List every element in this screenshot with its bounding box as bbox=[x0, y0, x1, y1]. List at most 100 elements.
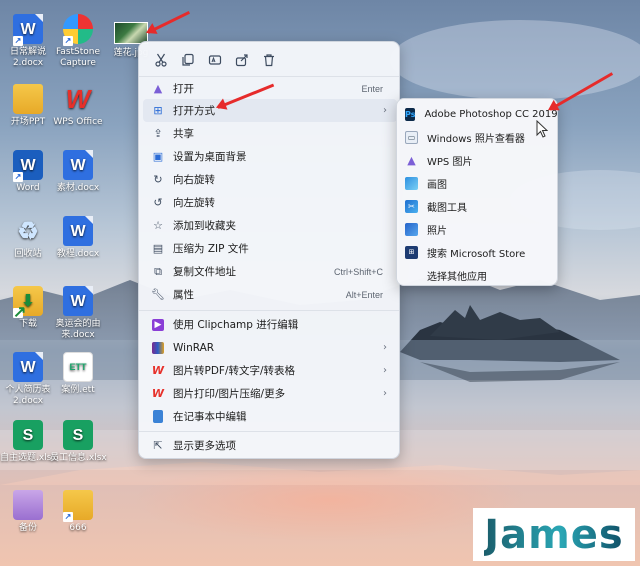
menu-item-rotate-right[interactable]: ↻ 向右旋转 bbox=[143, 168, 397, 191]
menu-item-copy-path[interactable]: ⧉ 复制文件地址 Ctrl+Shift+C bbox=[143, 260, 397, 283]
submenu-item-photos[interactable]: 照片 bbox=[401, 218, 555, 240]
menu-item-label: 复制文件地址 bbox=[173, 266, 236, 278]
shortcut-arrow-icon: ↗ bbox=[63, 512, 73, 522]
submenu-item-photoshop[interactable]: Ps Adobe Photoshop CC 2019 bbox=[401, 103, 558, 125]
rename-icon bbox=[208, 55, 221, 65]
copy-button[interactable] bbox=[174, 48, 201, 72]
desktop-icon-label: WPS Office bbox=[53, 117, 103, 127]
submenu-item-store[interactable]: ⊞ 搜索 Microsoft Store bbox=[401, 241, 555, 263]
store-icon: ⊞ bbox=[405, 245, 418, 259]
shortcut-arrow-icon: ↗ bbox=[13, 304, 27, 321]
menu-item-label: 压缩为 ZIP 文件 bbox=[173, 243, 249, 255]
delete-button[interactable] bbox=[255, 48, 282, 72]
desktop-icon-recycle-bin[interactable]: ♻ 回收站 bbox=[0, 216, 56, 260]
desktop-icon-wps-office[interactable]: W WPS Office bbox=[50, 84, 106, 128]
desktop-icon-case-ett[interactable]: ETT 案例.ett bbox=[50, 352, 106, 396]
menu-item-rotate-left[interactable]: ↺ 向左旋转 bbox=[143, 191, 397, 214]
menu-item-label: 图片转PDF/转文字/转表格 bbox=[173, 365, 296, 377]
desktop-icon-topic-xlsx[interactable]: S 自主选题.xlsx bbox=[0, 420, 57, 464]
share-icon: ⇪ bbox=[153, 127, 163, 140]
rotate-right-icon: ↻ bbox=[153, 173, 163, 186]
menu-item-open[interactable]: ▲ 打开 Enter bbox=[143, 77, 397, 100]
desktop-icon-staff-xlsx[interactable]: S 员工信息.xlsx bbox=[50, 420, 107, 464]
menu-item-label: 显示更多选项 bbox=[173, 440, 236, 452]
menu-item-label: 共享 bbox=[173, 128, 194, 140]
menu-item-img-print[interactable]: W 图片打印/图片压缩/更多 › bbox=[143, 382, 397, 405]
desktop-icon-downloads[interactable]: ⬇ ↗ 下载 bbox=[0, 286, 56, 330]
menu-item-add-favorites[interactable]: ☆ 添加到收藏夹 bbox=[143, 214, 397, 237]
menu-separator bbox=[139, 310, 399, 311]
wrench-icon: 🔧︎ bbox=[151, 288, 165, 301]
desktop-icon-label: 素材.docx bbox=[56, 183, 100, 193]
star-icon: ☆ bbox=[153, 219, 163, 232]
desktop-icon-resume-doc[interactable]: W 个人简历表 2.docx bbox=[0, 352, 56, 407]
desktop-icon-faststone[interactable]: ↗ FastStone Capture bbox=[50, 14, 106, 69]
menu-item-label: 打开方式 bbox=[173, 105, 215, 117]
desktop-icon-ppt-folder[interactable]: 开场PPT bbox=[0, 84, 56, 128]
shortcut-arrow-icon: ↗ bbox=[13, 172, 23, 182]
share-icon bbox=[235, 54, 248, 67]
notepad-icon bbox=[153, 410, 163, 423]
menu-item-clipchamp[interactable]: ▶ 使用 Clipchamp 进行编辑 bbox=[143, 313, 397, 336]
folder-icon: ↗ bbox=[63, 490, 93, 522]
shortcut-arrow-icon: ↗ bbox=[63, 36, 73, 46]
menu-item-share[interactable]: ⇪ 共享 bbox=[143, 122, 397, 145]
menu-item-notepad[interactable]: 在记事本中编辑 bbox=[143, 405, 397, 428]
submenu-item-label: 搜索 Microsoft Store bbox=[427, 248, 526, 260]
copy-icon bbox=[181, 53, 194, 66]
desktop-icon-olympics-doc[interactable]: W 奥运会的由 来.docx bbox=[50, 286, 106, 341]
desktop-icon-label: 自主选题.xlsx bbox=[0, 453, 57, 463]
menu-item-winrar[interactable]: WinRAR › bbox=[143, 336, 397, 359]
share-button[interactable] bbox=[228, 48, 255, 72]
wps-ett-icon: ETT bbox=[63, 352, 93, 382]
wps-word-doc-icon: W bbox=[63, 150, 93, 180]
desktop-icon-label: Word bbox=[16, 183, 40, 193]
desktop-background-icon: ▣ bbox=[152, 150, 164, 163]
rename-button[interactable] bbox=[201, 48, 228, 72]
download-folder-icon: ⬇ ↗ bbox=[13, 286, 43, 321]
menu-item-img-to-pdf[interactable]: W 图片转PDF/转文字/转表格 › bbox=[143, 359, 397, 382]
desktop-icon-tutorial-doc[interactable]: W 教程.docx bbox=[50, 216, 106, 260]
desktop-icon-backup-folder[interactable]: 备份 bbox=[0, 490, 56, 534]
desktop-icon-label: 备份 bbox=[18, 523, 37, 533]
submenu-item-photo-viewer[interactable]: ▭ Windows 照片查看器 bbox=[401, 126, 555, 148]
chevron-right-icon: › bbox=[383, 388, 387, 399]
menu-item-open-with[interactable]: ⊞ 打开方式 › bbox=[143, 99, 397, 122]
faststone-capture-icon: ↗ bbox=[63, 14, 93, 46]
wps-icon: W bbox=[151, 387, 165, 400]
submenu-item-label: Adobe Photoshop CC 2019 bbox=[424, 108, 558, 120]
desktop-icon-666-folder[interactable]: ↗ 666 bbox=[50, 490, 106, 534]
menu-item-properties[interactable]: 🔧︎ 属性 Alt+Enter bbox=[143, 283, 397, 306]
submenu-item-label: 画图 bbox=[427, 179, 447, 191]
desktop-icon-material-doc[interactable]: W 素材.docx bbox=[50, 150, 106, 194]
submenu-item-label: WPS 图片 bbox=[427, 156, 473, 168]
clipchamp-icon: ▶ bbox=[152, 318, 164, 331]
winrar-icon bbox=[152, 341, 164, 354]
wps-word-doc-icon: W bbox=[13, 352, 43, 382]
submenu-item-label: 截图工具 bbox=[427, 202, 467, 214]
menu-item-compress-zip[interactable]: ▤ 压缩为 ZIP 文件 bbox=[143, 237, 397, 260]
submenu-item-wps-pictures[interactable]: ▲ WPS 图片 bbox=[401, 149, 555, 171]
chevron-right-icon: › bbox=[383, 342, 387, 353]
submenu-item-paint[interactable]: 画图 bbox=[401, 172, 555, 194]
copy-path-icon: ⧉ bbox=[154, 264, 162, 278]
desktop-icon-label: 666 bbox=[69, 523, 87, 533]
submenu-item-choose-app[interactable]: 选择其他应用 bbox=[401, 264, 555, 286]
menu-item-label: 添加到收藏夹 bbox=[173, 220, 236, 232]
menu-item-label: WinRAR bbox=[173, 341, 215, 354]
submenu-item-snipping-tool[interactable]: ✂ 截图工具 bbox=[401, 195, 555, 217]
chevron-right-icon: › bbox=[383, 365, 387, 376]
desktop-icon-daily-doc[interactable]: W ↗ 日常解说 2.docx bbox=[0, 14, 56, 69]
menu-item-more-options[interactable]: ⇱ 显示更多选项 bbox=[143, 434, 397, 457]
photoshop-icon: Ps bbox=[405, 107, 416, 121]
cut-button[interactable] bbox=[147, 48, 174, 72]
desktop-icon-word[interactable]: W ↗ Word bbox=[0, 150, 56, 194]
menu-item-set-wallpaper[interactable]: ▣ 设置为桌面背景 bbox=[143, 145, 397, 168]
desktop-icon-label: 案例.ett bbox=[61, 385, 95, 395]
desktop-icon-label: 个人简历表 2.docx bbox=[5, 385, 51, 406]
photos-icon bbox=[405, 222, 418, 236]
photos-open-icon: ▲ bbox=[153, 82, 163, 95]
menu-item-shortcut: Enter bbox=[361, 83, 383, 94]
more-options-icon: ⇱ bbox=[153, 439, 163, 452]
rotate-left-icon: ↺ bbox=[153, 196, 163, 209]
